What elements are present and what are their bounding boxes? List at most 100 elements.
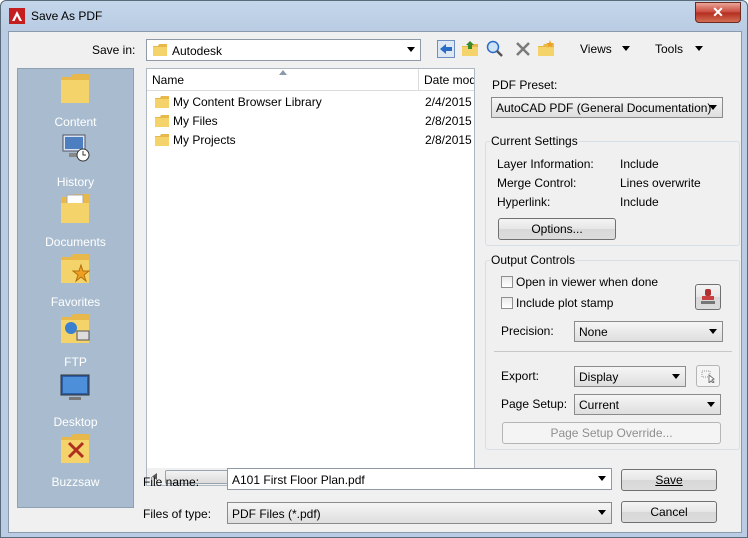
place-item-history[interactable]: History [18,131,133,191]
place-item-favorites[interactable]: Favorites [18,251,133,311]
page-setup-override-label: Page Setup Override... [550,426,673,440]
options-button-label: Options... [531,222,583,236]
plot-stamp-settings-button[interactable] [695,284,721,310]
page-setup-value: Current [579,398,620,412]
pdf-preset-dropdown[interactable]: AutoCAD PDF (General Documentation) [491,97,723,118]
files-of-type-dropdown[interactable]: PDF Files (*.pdf) [227,502,612,524]
favorites-icon [61,254,91,283]
column-header-name[interactable]: Name [147,69,419,91]
place-label: Desktop [53,415,98,429]
column-date-label: Date mod [424,73,475,87]
place-label: Favorites [50,295,101,309]
list-item[interactable]: My Projects 2/8/2015 1 [147,131,474,150]
chevron-down-icon [707,402,715,407]
precision-dropdown[interactable]: None [574,321,723,342]
options-button[interactable]: Options... [498,218,616,240]
save-as-pdf-dialog: Save As PDF ✕ Save in: Autodesk Views To… [0,0,748,538]
views-chevron-down-icon [622,46,630,51]
folder-icon [155,115,169,127]
save-in-dropdown[interactable]: Autodesk [146,39,421,61]
places-bar: Content History Documents Favorites FTP Deskt… [17,68,134,508]
open-in-viewer-checkbox[interactable] [501,276,513,288]
new-folder-icon[interactable] [537,40,555,58]
close-button[interactable]: ✕ [695,2,741,23]
include-plot-stamp-label[interactable]: Include plot stamp [516,296,613,310]
file-date: 2/8/2015 1 [425,114,474,128]
delete-icon[interactable] [514,40,532,58]
open-in-viewer-label[interactable]: Open in viewer when done [516,275,658,289]
folder-icon [153,44,167,56]
save-in-value: Autodesk [172,44,223,58]
cancel-button[interactable]: Cancel [621,501,717,523]
current-settings-title: Current Settings [490,134,579,148]
file-name-value[interactable]: A101 First Floor Plan.pdf [232,473,365,487]
list-item[interactable]: My Files 2/8/2015 1 [147,112,474,131]
file-name: My Projects [173,133,236,147]
pick-cursor-icon [701,370,715,383]
setting-label: Hyperlink: [497,195,551,209]
title-bar[interactable]: Save As PDF ✕ [1,1,747,31]
chevron-down-icon [598,510,606,515]
file-name: My Files [173,114,218,128]
stamp-icon [701,289,715,304]
buzzsaw-icon [61,434,89,463]
setting-label: Merge Control: [497,176,577,190]
place-label: Buzzsaw [51,475,100,489]
column-name-label: Name [152,73,185,87]
chevron-down-icon [709,329,717,334]
folder-icon [155,96,169,108]
documents-icon [61,194,89,223]
place-item-ftp[interactable]: FTP [18,311,133,371]
precision-label: Precision: [501,324,554,338]
file-list[interactable]: Name Date mod My Content Browser Library… [146,68,475,486]
setting-value: Lines overwrite [620,176,701,190]
file-name-label: File name: [143,475,200,489]
export-label: Export: [501,369,540,383]
file-name: My Content Browser Library [173,95,322,109]
autocad-app-icon [9,8,25,24]
select-layouts-button[interactable] [696,365,720,387]
save-in-label: Save in: [92,43,136,57]
file-name-input[interactable]: A101 First Floor Plan.pdf [227,468,612,490]
place-item-buzzsaw[interactable]: Buzzsaw [18,431,133,491]
chevron-down-icon [672,374,680,379]
desktop-icon [60,374,90,400]
dialog-client-area: Save in: Autodesk Views Tools Content Hi… [8,31,742,533]
views-menu[interactable]: Views [580,42,612,56]
files-of-type-value: PDF Files (*.pdf) [232,507,321,521]
tools-chevron-down-icon [695,46,703,51]
back-icon[interactable] [437,40,455,58]
history-icon [62,134,90,162]
page-setup-label: Page Setup: [501,397,568,411]
save-button-label: Save [655,473,683,487]
place-label: FTP [64,355,87,369]
list-item[interactable]: My Content Browser Library 2/4/2015 1 [147,93,474,112]
place-label: History [56,175,95,189]
file-date: 2/8/2015 1 [425,133,474,147]
page-setup-dropdown[interactable]: Current [574,394,721,415]
setting-value: Include [620,157,659,171]
include-plot-stamp-checkbox[interactable] [501,297,513,309]
export-value: Display [579,370,619,384]
chevron-down-icon [407,47,415,52]
place-item-documents[interactable]: Documents [18,191,133,251]
content-folder-icon [61,74,89,103]
folder-icon [155,134,169,146]
precision-value: None [579,325,608,339]
page-setup-override-button[interactable]: Page Setup Override... [502,422,721,444]
output-controls-title: Output Controls [490,253,577,267]
search-web-icon[interactable] [486,40,504,58]
sort-ascending-icon [279,70,287,75]
tools-menu[interactable]: Tools [655,42,683,56]
files-of-type-label: Files of type: [143,507,212,521]
up-folder-icon[interactable] [461,40,479,58]
setting-label: Layer Information: [497,157,594,171]
column-header-date[interactable]: Date mod [419,69,475,91]
divider [494,351,732,352]
export-dropdown[interactable]: Display [574,366,686,387]
close-icon: ✕ [712,4,724,20]
place-item-content[interactable]: Content [18,71,133,131]
setting-value: Include [620,195,659,209]
place-item-desktop[interactable]: Desktop [18,371,133,431]
save-button[interactable]: Save [621,469,717,491]
